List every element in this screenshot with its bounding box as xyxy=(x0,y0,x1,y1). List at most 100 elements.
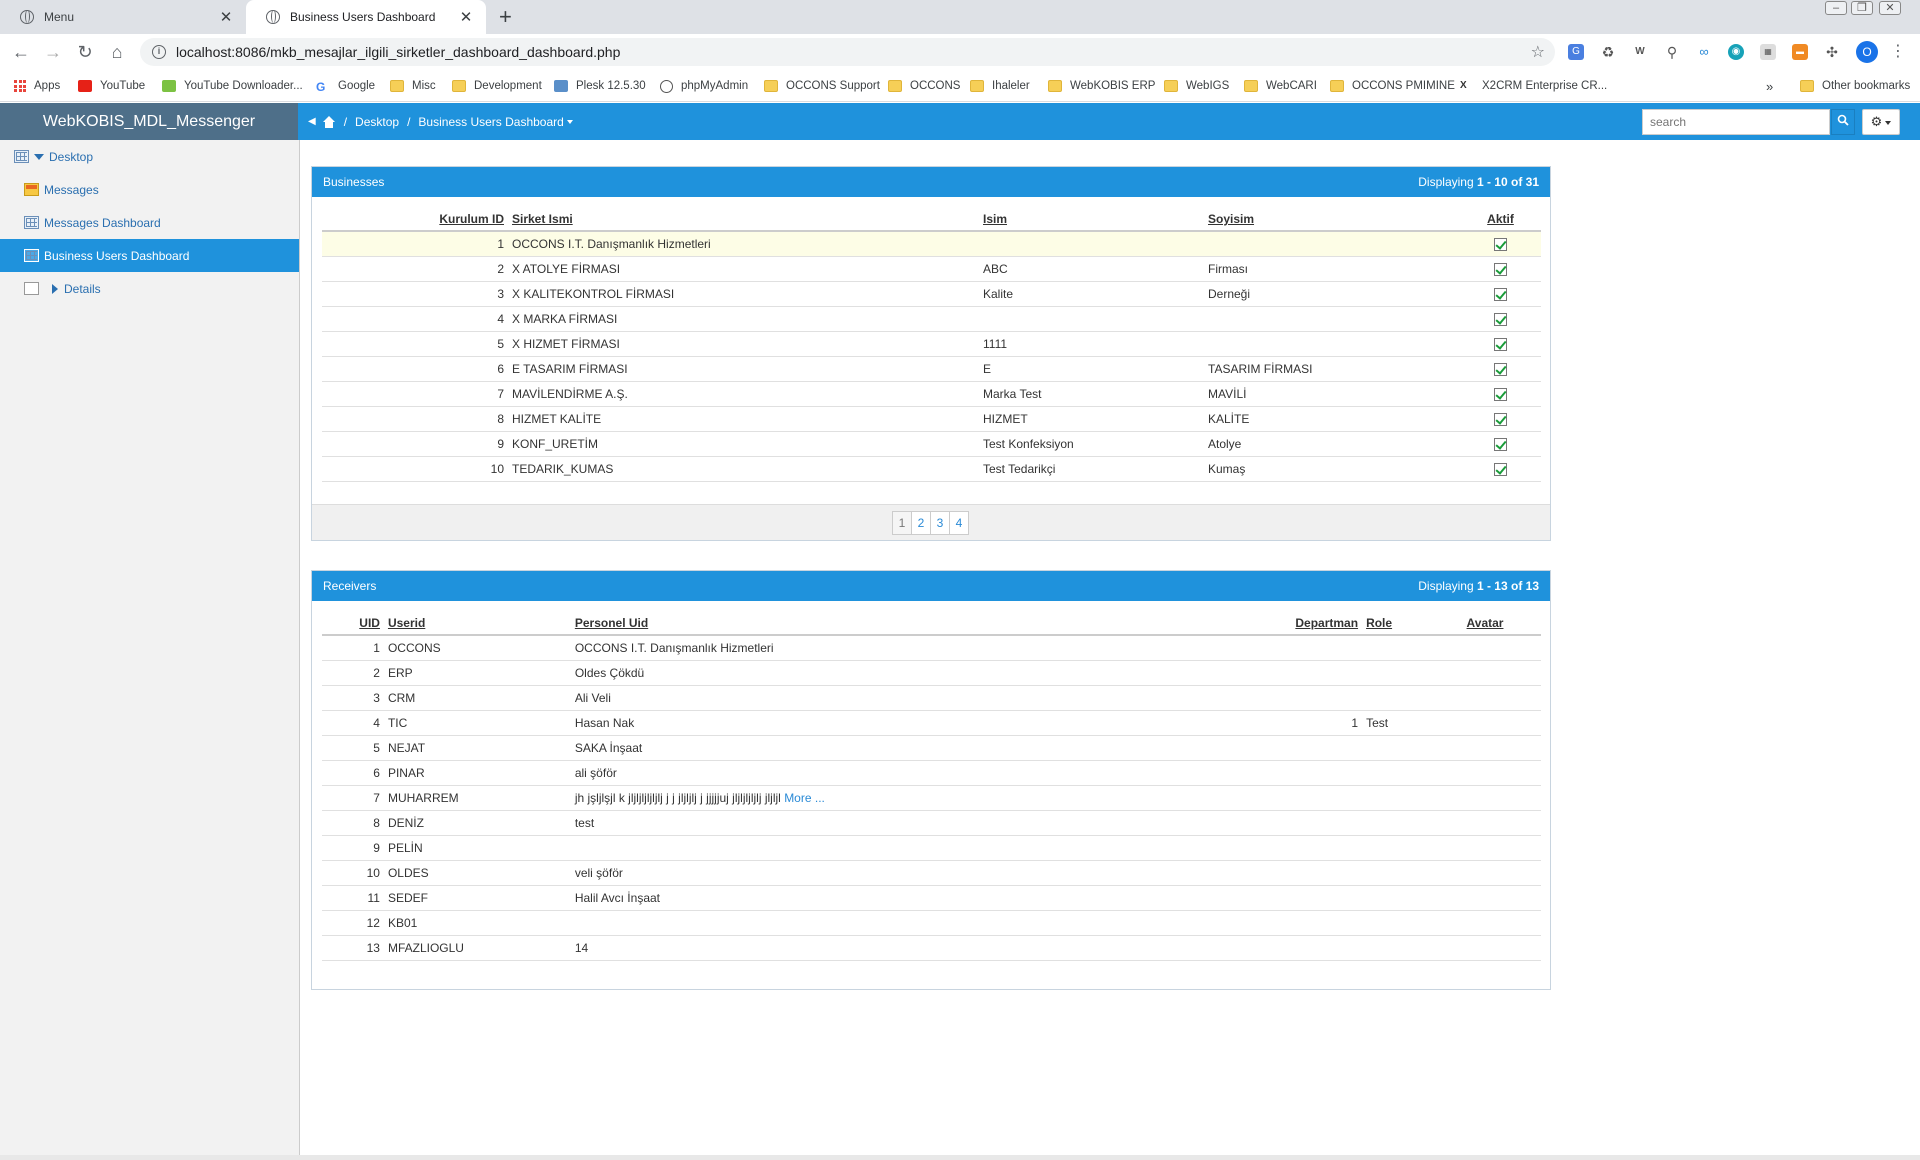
home-icon[interactable] xyxy=(322,115,336,128)
table-row[interactable]: 8 DENİZ test xyxy=(322,810,1541,836)
page-link-2[interactable]: 2 xyxy=(911,510,931,535)
bookmark-other-bookmarks[interactable]: Other bookmarks xyxy=(1800,78,1910,94)
bookmark-webkobis-erp[interactable]: WebKOBIS ERP xyxy=(1048,78,1155,94)
new-tab-button[interactable]: + xyxy=(499,6,512,28)
bookmark-google[interactable]: G Google xyxy=(316,78,375,94)
bookmark-occons[interactable]: OCCONS xyxy=(888,78,960,94)
browser-menu-icon[interactable]: ⋮ xyxy=(1890,41,1906,61)
col-header-personel-uid[interactable]: Personel Uid xyxy=(570,611,1292,636)
table-row[interactable]: 5 NEJAT SAKA İnşaat xyxy=(322,735,1541,761)
forward-arrow-icon[interactable]: → xyxy=(42,41,64,63)
address-bar[interactable]: i localhost:8086/mkb_mesajlar_ilgili_sir… xyxy=(140,38,1555,66)
table-row[interactable]: 4X MARKA FİRMASI xyxy=(322,306,1541,332)
table-row[interactable]: 12 KB01 xyxy=(322,910,1541,936)
table-row[interactable]: 6 PINAR ali şöför xyxy=(322,760,1541,786)
cell-departman xyxy=(1291,660,1363,686)
minimize-button[interactable]: – xyxy=(1822,0,1850,18)
sidebar-item-desktop[interactable]: Desktop xyxy=(0,140,299,173)
col-header-kurulum-id[interactable]: Kurulum ID xyxy=(322,207,508,232)
table-row[interactable]: 1 OCCONS I.T. Danışmanlık Hizmetleri xyxy=(322,231,1541,257)
browser-tab-business-users-dashboard[interactable]: Business Users Dashboard ✕ xyxy=(246,0,486,34)
html-extension-icon[interactable]: ▦ xyxy=(1760,44,1776,60)
bookmarks-overflow-icon[interactable]: » xyxy=(1766,78,1773,94)
bookmark-apps[interactable]: Apps xyxy=(14,78,60,94)
expand-down-icon[interactable] xyxy=(34,153,44,160)
table-row[interactable]: 7 MAVİLENDİRME A.Ş. Marka Test MAVİLİ xyxy=(322,381,1541,407)
bookmark-occons-support[interactable]: OCCONS Support xyxy=(764,78,880,94)
table-row[interactable]: 8 HIZMET KALİTE HIZMET KALİTE xyxy=(322,406,1541,432)
table-row[interactable]: 9 KONF_URETİM Test Konfeksiyon Atolye xyxy=(322,431,1541,457)
expand-right-icon[interactable] xyxy=(52,283,58,294)
bookmark-x2crm[interactable]: X X2CRM Enterprise CR... xyxy=(1460,78,1607,94)
table-row[interactable]: 9 PELİN xyxy=(322,835,1541,861)
json-extension-icon[interactable]: ▬ xyxy=(1792,44,1808,60)
table-row[interactable]: 10 OLDES veli şöför xyxy=(322,860,1541,886)
search-button[interactable] xyxy=(1831,109,1855,135)
cat-extension-icon[interactable]: ◉ xyxy=(1728,44,1744,60)
profile-avatar[interactable]: O xyxy=(1856,41,1878,63)
bookmark-ihaleler[interactable]: Ihaleler xyxy=(970,78,1030,94)
bookmark-star-icon[interactable]: ☆ xyxy=(1531,42,1545,62)
browser-tab-menu[interactable]: Menu ✕ xyxy=(0,0,246,34)
table-row[interactable]: 10 TEDARIK_KUMAS Test Tedarikçi Kumaş xyxy=(322,456,1541,482)
table-row[interactable]: 5X HIZMET FİRMASI 1111 xyxy=(322,331,1541,357)
table-row[interactable]: 4 TIC Hasan Nak 1 Test xyxy=(322,710,1541,736)
col-header-avatar[interactable]: Avatar xyxy=(1429,611,1541,636)
breadcrumb-desktop[interactable]: Desktop xyxy=(355,115,399,129)
table-row[interactable]: 6E TASARIM FİRMASI E TASARIM FİRMASI xyxy=(322,356,1541,382)
page-link-3[interactable]: 3 xyxy=(930,510,950,535)
back-triangle-icon[interactable]: ◀ xyxy=(308,116,316,127)
bookmark-webcari[interactable]: WebCARI xyxy=(1244,78,1317,94)
close-icon[interactable]: ✕ xyxy=(458,8,474,26)
table-row[interactable]: 1 OCCONS OCCONS I.T. Danışmanlık Hizmetler… xyxy=(322,635,1541,661)
bookmark-webigs[interactable]: WebIGS xyxy=(1164,78,1229,94)
sidebar-item-details[interactable]: Details xyxy=(0,272,299,305)
settings-button[interactable]: ⚙ xyxy=(1862,109,1900,135)
table-row[interactable]: 2X ATOLYE FİRMASI ABC Firması xyxy=(322,256,1541,282)
pin-extension-icon[interactable]: ⚲ xyxy=(1664,44,1680,60)
page-link-1[interactable]: 1 xyxy=(892,510,912,535)
table-row[interactable]: 3X KALITEKONTROL FİRMASI Kalite Derneği xyxy=(322,281,1541,307)
bookmark-youtube[interactable]: YouTube xyxy=(78,78,145,94)
col-header-soyisim[interactable]: Soyisim xyxy=(1204,207,1460,232)
table-row[interactable]: 2 ERP Oldes Çökdü xyxy=(322,660,1541,686)
close-icon[interactable]: ✕ xyxy=(218,8,234,26)
recycle-extension-icon[interactable]: ♻ xyxy=(1600,44,1616,60)
table-row[interactable]: 3 CRM Ali Veli xyxy=(322,685,1541,711)
table-row[interactable]: 11 SEDEF Halil Avcı İnşaat xyxy=(322,885,1541,911)
breadcrumb-current[interactable]: Business Users Dashboard xyxy=(418,115,573,129)
bookmark-misc[interactable]: Misc xyxy=(390,78,436,94)
table-row[interactable]: 7 MUHARREM jh jşljlşjl k jljljljljljlj j j… xyxy=(322,785,1541,811)
translate-extension-icon[interactable]: G xyxy=(1568,44,1584,60)
bookmark-occons-pmimine[interactable]: OCCONS PMIMINE xyxy=(1330,78,1455,94)
reload-icon[interactable]: ↻ xyxy=(74,41,96,63)
sidebar-item-messages[interactable]: Messages xyxy=(0,173,299,206)
page-link-4[interactable]: 4 xyxy=(949,510,969,535)
window-close-button[interactable]: ✕ xyxy=(1876,0,1904,18)
sidebar-item-messages-dashboard[interactable]: Messages Dashboard xyxy=(0,206,299,239)
bookmark-development[interactable]: Development xyxy=(452,78,542,94)
infinity-extension-icon[interactable]: ∞ xyxy=(1696,44,1712,60)
youtube-icon xyxy=(78,80,92,92)
maximize-button[interactable]: ❐ xyxy=(1848,0,1876,18)
search-input[interactable] xyxy=(1642,109,1830,135)
more-link[interactable]: More ... xyxy=(784,791,825,805)
col-header-isim[interactable]: Isim xyxy=(979,207,1204,232)
bookmark-phpmyadmin[interactable]: phpMyAdmin xyxy=(660,78,748,94)
home-icon[interactable]: ⌂ xyxy=(106,41,128,63)
col-header-role[interactable]: Role xyxy=(1362,611,1430,636)
site-info-icon[interactable]: i xyxy=(152,45,166,59)
puzzle-extensions-icon[interactable]: ✣ xyxy=(1824,44,1840,60)
col-header-departman[interactable]: Departman xyxy=(1291,611,1363,636)
col-header-uid[interactable]: UID xyxy=(322,611,384,636)
app-brand[interactable]: WebKOBIS_MDL_Messenger xyxy=(0,103,298,140)
back-arrow-icon[interactable]: ← xyxy=(10,41,32,63)
table-row[interactable]: 13 MFAZLIOGLU 14 xyxy=(322,935,1541,961)
col-header-userid[interactable]: Userid xyxy=(383,611,571,636)
bookmark-plesk[interactable]: Plesk 12.5.30 xyxy=(554,78,646,94)
w-extension-icon[interactable]: W xyxy=(1632,44,1648,60)
sidebar-item-business-users-dashboard[interactable]: Business Users Dashboard xyxy=(0,239,299,272)
bookmark-youtube-downloader[interactable]: YouTube Downloader... xyxy=(162,78,303,94)
col-header-sirket-ismi[interactable]: Sirket Ismi xyxy=(508,207,979,232)
col-header-aktif[interactable]: Aktif xyxy=(1460,207,1541,232)
